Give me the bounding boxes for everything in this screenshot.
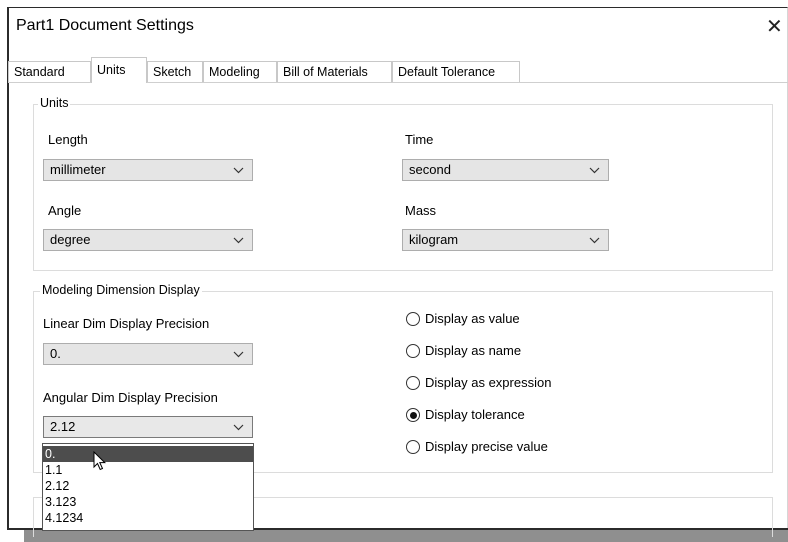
tab-standard[interactable]: Standard [8, 61, 91, 82]
chevron-down-icon [233, 351, 244, 358]
chevron-down-icon [233, 167, 244, 174]
dialog-title: Part1 Document Settings [16, 17, 194, 34]
units-group-legend: Units [38, 96, 71, 110]
radio-display-tolerance[interactable]: Display tolerance [406, 407, 606, 423]
time-select-value: second [409, 162, 451, 177]
linear-precision-select[interactable]: 0. [43, 343, 253, 365]
chevron-down-icon [233, 237, 244, 244]
radio-display-as-name-label: Display as name [425, 343, 522, 358]
angle-label: Angle [48, 203, 82, 218]
length-label: Length [48, 132, 88, 147]
mass-select[interactable]: kilogram [402, 229, 609, 251]
close-icon[interactable]: ✕ [766, 14, 783, 39]
angle-select-value: degree [50, 232, 91, 247]
chevron-down-icon [233, 424, 244, 431]
dropdown-option-3[interactable]: 3.123 [43, 494, 253, 510]
dropdown-option-1[interactable]: 1.1 [43, 462, 253, 478]
radio-display-precise-value-label: Display precise value [425, 439, 548, 454]
angular-precision-value: 2.12 [50, 419, 76, 434]
linear-precision-value: 0. [50, 346, 61, 361]
radio-display-as-name[interactable]: Display as name [406, 343, 606, 359]
chevron-down-icon [589, 167, 600, 174]
angular-precision-label: Angular Dim Display Precision [43, 390, 218, 405]
angular-precision-dropdown-list: 0. 1.1 2.12 3.123 4.1234 [42, 443, 254, 531]
radio-display-as-value[interactable]: Display as value [406, 311, 606, 327]
radio-circle-icon [406, 440, 420, 454]
linear-precision-label: Linear Dim Display Precision [43, 316, 210, 331]
tab-bill-of-materials[interactable]: Bill of Materials [277, 61, 392, 82]
radio-display-as-value-label: Display as value [425, 311, 520, 326]
radio-circle-icon [406, 312, 420, 326]
length-select[interactable]: millimeter [43, 159, 253, 181]
mass-select-value: kilogram [409, 232, 459, 247]
tab-default-tolerance[interactable]: Default Tolerance [392, 61, 520, 82]
angle-select[interactable]: degree [43, 229, 253, 251]
dropdown-option-4[interactable]: 4.1234 [43, 510, 253, 526]
mass-label: Mass [405, 203, 437, 218]
time-label: Time [405, 132, 434, 147]
time-select[interactable]: second [402, 159, 609, 181]
radio-circle-icon [406, 376, 420, 390]
radio-checked-icon [406, 408, 420, 422]
radio-display-precise-value[interactable]: Display precise value [406, 439, 606, 455]
tab-units[interactable]: Units [91, 57, 147, 83]
tab-sketch[interactable]: Sketch [147, 61, 203, 82]
dropdown-option-2[interactable]: 2.12 [43, 478, 253, 494]
radio-display-as-expression-label: Display as expression [425, 375, 552, 390]
mouse-pointer-icon [93, 451, 107, 471]
radio-circle-icon [406, 344, 420, 358]
dropdown-option-0[interactable]: 0. [43, 446, 253, 462]
tab-modeling[interactable]: Modeling [203, 61, 277, 82]
dimension-display-legend: Modeling Dimension Display [40, 283, 202, 297]
angular-precision-select[interactable]: 2.12 [43, 416, 253, 438]
radio-display-as-expression[interactable]: Display as expression [406, 375, 606, 391]
radio-display-tolerance-label: Display tolerance [425, 407, 525, 422]
chevron-down-icon [589, 237, 600, 244]
length-select-value: millimeter [50, 162, 106, 177]
